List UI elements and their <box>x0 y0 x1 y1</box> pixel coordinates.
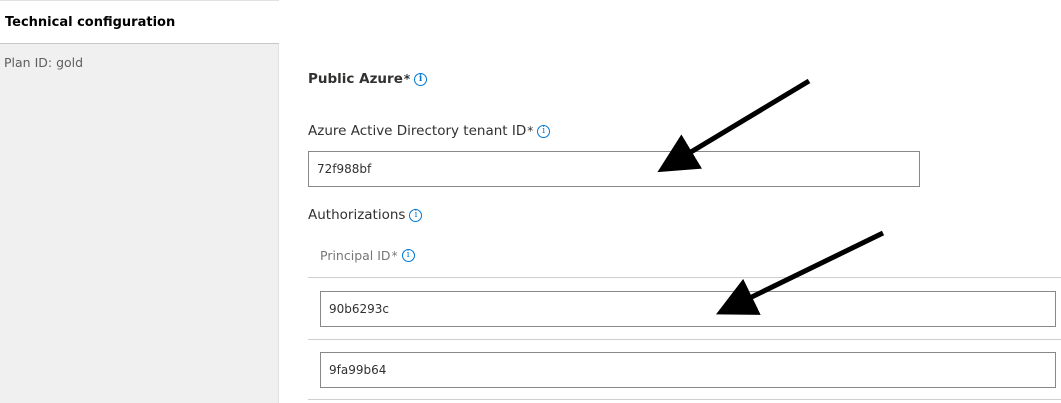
public-azure-label-text: Public Azure <box>308 71 403 87</box>
tenant-id-label-text: Azure Active Directory tenant ID <box>308 123 527 139</box>
table-divider <box>308 339 1061 340</box>
sidebar-item-label: Plan ID: gold <box>4 55 84 70</box>
authorizations-label-text: Authorizations <box>308 207 406 223</box>
principal-id-column-header: Principal ID * i <box>320 248 415 263</box>
info-icon[interactable]: i <box>537 124 551 138</box>
info-icon[interactable]: i <box>414 72 428 86</box>
sidebar-item-technical-configuration[interactable]: Technical configuration <box>0 0 279 44</box>
sidebar-item-plan-id[interactable]: Plan ID: gold <box>4 55 83 70</box>
sidebar-item-label: Technical configuration <box>5 15 176 30</box>
required-marker: * <box>391 248 398 263</box>
sidebar: Technical configuration Plan ID: gold <box>0 0 279 403</box>
tenant-id-input[interactable]: 72f988bf <box>308 151 920 187</box>
required-marker: * <box>403 72 411 86</box>
info-icon[interactable]: i <box>409 208 423 222</box>
info-icon[interactable]: i <box>401 249 415 262</box>
principal-id-label-text: Principal ID <box>320 248 391 263</box>
principal-id-input-2[interactable]: 9fa99b64 <box>320 352 1056 388</box>
principal-id-input-1[interactable]: 90b6293c <box>320 291 1056 327</box>
tenant-id-label: Azure Active Directory tenant ID * i <box>308 123 551 139</box>
table-divider <box>308 277 1061 278</box>
authorizations-label: Authorizations i <box>308 207 423 223</box>
required-marker: * <box>527 124 534 138</box>
main-panel: Public Azure * i Azure Active Directory te… <box>280 0 1061 403</box>
table-divider <box>308 399 1061 400</box>
public-azure-label: Public Azure * i <box>308 71 428 87</box>
